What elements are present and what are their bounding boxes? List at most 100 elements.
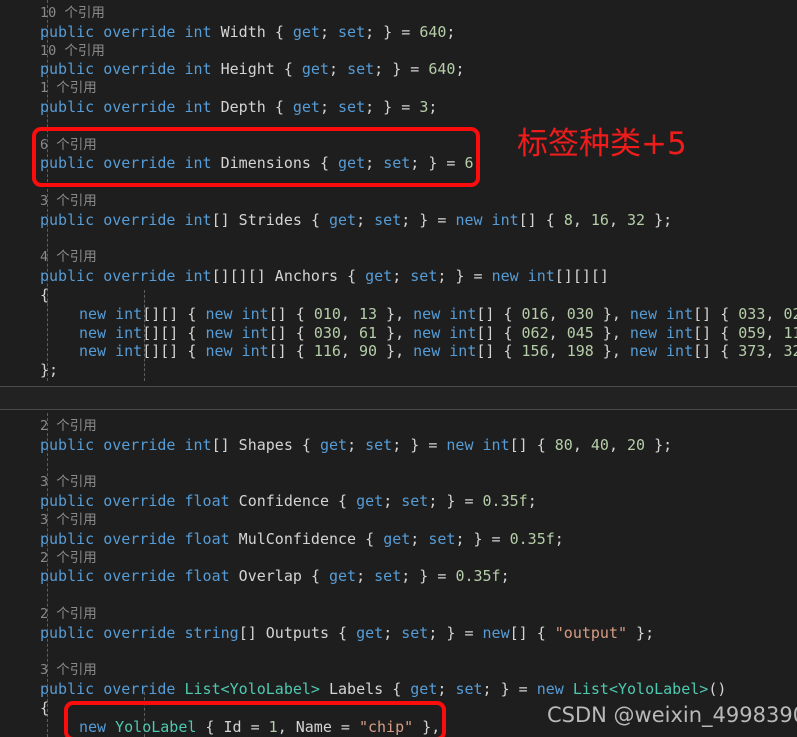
code-token-id: ; — [356, 210, 375, 229]
code-token-kw: public override float — [40, 492, 230, 511]
code-token-num: 062 — [521, 323, 549, 342]
csdn-watermark: CSDN @weixin_49983900 — [547, 703, 797, 727]
code-token-id: [] { — [476, 304, 522, 323]
code-token-id: [] { — [476, 323, 522, 342]
code-token-id: ; } = — [374, 60, 429, 79]
code-token-num: 32 — [627, 210, 646, 229]
code-token-kw: new int — [205, 342, 269, 361]
code-token-kw: public override int — [40, 210, 212, 229]
code-token-id: ; — [319, 98, 339, 116]
code-token-num: 61 — [358, 323, 378, 342]
code-token-id: { — [347, 267, 366, 286]
code-token-kw: new int — [491, 267, 555, 286]
editor-pane-bottom[interactable]: 2 个引用 public override int[] Shapes { get;… — [0, 413, 797, 737]
code-token-id: [][] { — [142, 342, 206, 361]
code-token-id: [] Outputs — [238, 623, 339, 642]
code-token-id: { — [283, 60, 302, 79]
code-token-id: [] { — [268, 304, 314, 323]
code-token-id: [] { — [509, 623, 555, 642]
code-token-id: ; — [437, 680, 456, 699]
code-token-id: { — [274, 22, 293, 41]
code-token-id: Width — [211, 22, 275, 41]
code-token-id: { — [310, 567, 329, 586]
code-token-id: [][] { — [142, 304, 206, 323]
code-token-num: 030 — [313, 323, 341, 342]
code-token-id: () — [708, 680, 727, 699]
code-token-id: ; } = — [401, 210, 456, 229]
code-token-num: 20 — [627, 435, 646, 454]
code-token-num: 3 — [419, 98, 429, 116]
code-token-num: 156 — [521, 342, 549, 361]
code-token-kw: get — [329, 567, 357, 586]
code-token-kw: get — [338, 154, 366, 173]
code-token-id: [] { — [268, 342, 314, 361]
code-token-id: ; — [329, 60, 348, 79]
code-line: public override int[] Strides { get; set… — [40, 211, 672, 230]
code-line: public override int Width { get; set; } … — [40, 23, 455, 42]
code-token-id: }, — [593, 323, 630, 342]
code-token-id: , — [340, 304, 359, 323]
code-token-num: 640 — [419, 22, 447, 41]
code-token-id: , — [608, 435, 628, 454]
codelens-reference-count: 6 个引用 — [40, 136, 97, 153]
code-token-id: ; — [383, 623, 402, 642]
code-token-kw: set — [374, 210, 402, 229]
code-token-kw: new int — [413, 323, 477, 342]
code-token-num: 0.35f — [482, 492, 528, 511]
code-token-str: "chip" — [358, 717, 414, 736]
code-token-id: , — [548, 323, 567, 342]
code-token-kw: new — [79, 717, 116, 736]
code-token-kw: new int — [413, 304, 477, 323]
code-line: }; — [40, 361, 58, 380]
code-token-kw: get — [292, 22, 320, 41]
code-token-kw: set — [347, 60, 375, 79]
code-token-kw: public override — [40, 680, 185, 699]
code-token-num: 033 — [738, 304, 766, 323]
codelens-reference-count: 10 个引用 — [40, 42, 105, 59]
code-token-kw: new — [536, 680, 573, 699]
code-token-id: ; — [500, 567, 510, 586]
code-token-id: }; — [627, 623, 655, 642]
code-line: public override float MulConfidence { ge… — [40, 530, 564, 549]
code-token-id: { — [40, 286, 50, 304]
codelens-reference-count: 3 个引用 — [40, 662, 97, 679]
code-token-num: 80 — [554, 435, 573, 454]
code-token-str: "output" — [554, 623, 628, 642]
code-token-kw: public override int — [40, 154, 212, 173]
code-token-num: 6 — [464, 154, 474, 173]
code-token-kw: get — [383, 529, 411, 548]
code-token-id: Depth — [211, 98, 275, 116]
code-token-id: { — [319, 154, 339, 173]
code-token-id: [] { — [518, 210, 564, 229]
code-editor[interactable]: 10 个引用 public override int Width { get; s… — [0, 0, 797, 737]
code-line: public override string[] Outputs { get ; … — [40, 624, 654, 643]
code-token-kw: new int — [79, 342, 143, 361]
code-token-kw: public override float — [40, 529, 230, 548]
code-token-id: { — [338, 492, 357, 511]
code-token-kw: new int — [79, 304, 143, 323]
editor-pane-splitter[interactable] — [0, 386, 797, 410]
code-line: public override int Depth { get; set; } … — [40, 98, 437, 117]
code-token-kw: new — [482, 623, 510, 642]
code-token-num: 030 — [566, 304, 594, 323]
code-token-kw: new int — [79, 323, 143, 342]
code-token-id: ; } = — [392, 435, 447, 454]
code-token-id: { — [392, 680, 411, 699]
code-token-id: , — [765, 342, 784, 361]
code-line: { — [40, 286, 49, 305]
code-token-id: ; — [428, 98, 438, 116]
code-token-id: ; } = — [482, 680, 537, 699]
editor-pane-top[interactable]: 10 个引用 public override int Width { get; s… — [0, 0, 797, 381]
codelens-reference-count: 2 个引用 — [40, 549, 97, 566]
code-line: public override int[] Shapes { get; set;… — [40, 436, 672, 455]
code-token-num: 326 — [783, 342, 797, 361]
code-token-num: 023 — [783, 304, 797, 323]
code-token-num: 8 — [563, 210, 573, 229]
code-token-kw: new int — [455, 210, 519, 229]
code-token-id: { — [338, 623, 357, 642]
code-token-id: MulConfidence — [229, 529, 366, 548]
code-token-id: , — [572, 435, 591, 454]
